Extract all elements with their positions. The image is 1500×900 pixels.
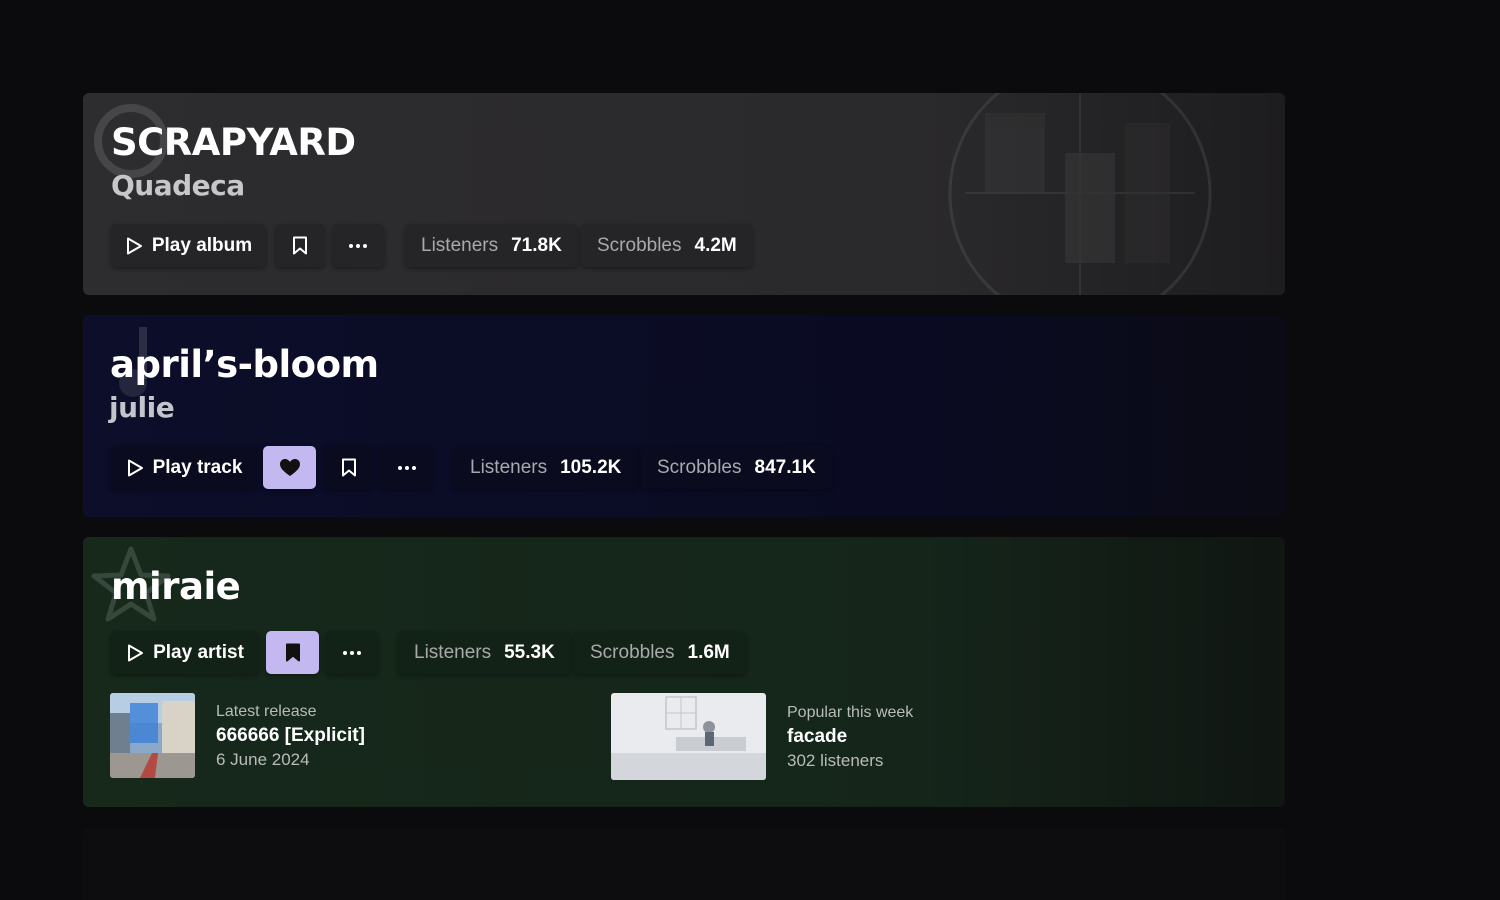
artist-card[interactable]: miraie Play artist Listeners 55.3K Scrob… bbox=[83, 537, 1285, 807]
heart-icon bbox=[279, 459, 300, 476]
stat-label: Scrobbles bbox=[597, 234, 682, 256]
artist-name: miraie bbox=[111, 565, 241, 608]
stat-value: 1.6M bbox=[687, 641, 730, 663]
stat-label: Scrobbles bbox=[590, 641, 675, 663]
stat-value: 71.8K bbox=[511, 234, 562, 256]
play-icon bbox=[126, 237, 142, 254]
latest-release-name[interactable]: 666666 [Explicit] bbox=[216, 724, 365, 748]
bookmark-icon bbox=[293, 236, 307, 255]
scrobbles-stat: Scrobbles 4.2M bbox=[581, 224, 753, 267]
track-title: april’s-bloom bbox=[110, 343, 379, 386]
more-options-button[interactable] bbox=[380, 446, 433, 489]
popular-track[interactable]: Popular this week facade 302 listeners bbox=[611, 693, 913, 780]
stat-label: Listeners bbox=[414, 641, 492, 663]
play-album-button[interactable]: Play album bbox=[111, 224, 266, 267]
play-album-label: Play album bbox=[151, 234, 253, 256]
album-art-backdrop bbox=[948, 93, 1212, 295]
bookmark-button[interactable] bbox=[324, 446, 374, 489]
play-track-button[interactable]: Play track bbox=[111, 446, 257, 489]
listeners-stat: Listeners 71.8K bbox=[405, 224, 578, 267]
play-track-label: Play track bbox=[152, 456, 243, 478]
stat-label: Listeners bbox=[421, 234, 499, 256]
stat-label: Listeners bbox=[470, 456, 548, 478]
more-options-button[interactable] bbox=[325, 631, 378, 674]
popular-label: Popular this week bbox=[787, 703, 914, 721]
stat-value: 105.2K bbox=[560, 456, 622, 478]
bookmark-button[interactable] bbox=[275, 224, 325, 267]
popular-track-cover[interactable] bbox=[611, 693, 766, 780]
album-artist-link[interactable]: Quadeca bbox=[111, 169, 245, 202]
listeners-stat: Listeners 55.3K bbox=[398, 631, 571, 674]
more-icon bbox=[349, 243, 367, 248]
more-icon bbox=[342, 650, 361, 655]
stat-value: 55.3K bbox=[504, 641, 555, 663]
stat-value: 847.1K bbox=[754, 456, 816, 478]
bookmark-filled-icon bbox=[285, 643, 300, 662]
next-card-partial bbox=[83, 827, 1285, 900]
scrobbles-stat: Scrobbles 847.1K bbox=[641, 446, 832, 489]
scrobbles-stat: Scrobbles 1.6M bbox=[574, 631, 746, 674]
play-artist-button[interactable]: Play artist bbox=[111, 631, 259, 674]
stat-value: 4.2M bbox=[694, 234, 737, 256]
popular-track-name[interactable]: facade bbox=[787, 725, 913, 749]
more-options-button[interactable] bbox=[332, 224, 384, 267]
play-icon bbox=[128, 644, 144, 661]
stat-label: Scrobbles bbox=[657, 456, 742, 478]
play-artist-label: Play artist bbox=[153, 641, 244, 663]
popular-track-listeners: 302 listeners bbox=[787, 750, 884, 770]
listeners-stat: Listeners 105.2K bbox=[454, 446, 638, 489]
album-card[interactable]: SCRAPYARD Quadeca Play album Listeners 7… bbox=[83, 93, 1285, 295]
latest-release-cover[interactable] bbox=[110, 693, 195, 778]
play-icon bbox=[127, 459, 143, 476]
latest-release[interactable]: Latest release 666666 [Explicit] 6 June … bbox=[110, 693, 365, 778]
latest-release-label: Latest release bbox=[216, 702, 317, 720]
more-icon bbox=[397, 465, 416, 470]
track-card[interactable]: april’s-bloom julie Play track Listeners… bbox=[83, 315, 1285, 517]
latest-release-date: 6 June 2024 bbox=[216, 749, 310, 769]
bookmark-button[interactable] bbox=[266, 631, 319, 674]
bookmark-icon bbox=[342, 458, 356, 477]
track-artist-link[interactable]: julie bbox=[109, 391, 175, 424]
love-button[interactable] bbox=[263, 446, 316, 489]
album-title: SCRAPYARD bbox=[111, 121, 356, 164]
